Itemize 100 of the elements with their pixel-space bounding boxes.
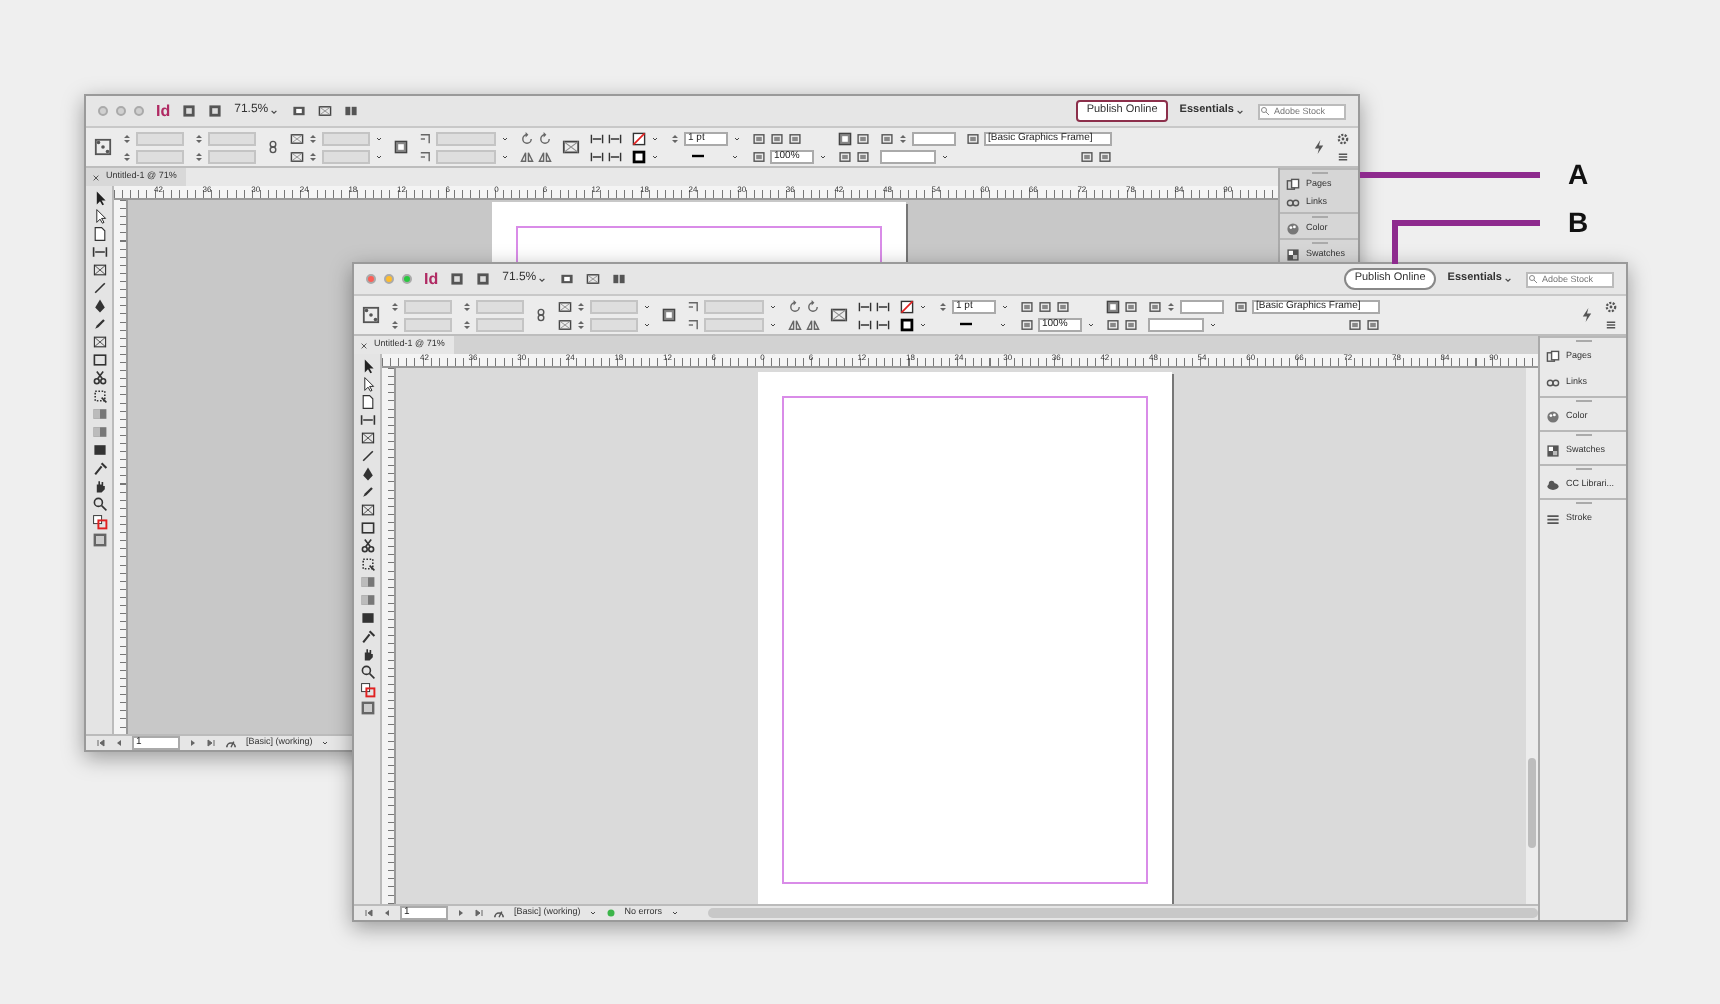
hand-icon[interactable] bbox=[91, 478, 107, 494]
last-page-icon[interactable] bbox=[206, 738, 216, 748]
caret-icon[interactable] bbox=[268, 105, 281, 117]
settings-icon[interactable] bbox=[1604, 299, 1618, 313]
input-field[interactable] bbox=[436, 149, 496, 163]
direct-selection-icon[interactable] bbox=[359, 376, 375, 392]
preflight-icon[interactable] bbox=[224, 736, 238, 750]
preview-mode-icon[interactable] bbox=[91, 532, 107, 548]
rectangle-frame-icon[interactable] bbox=[359, 430, 375, 446]
previous-page-icon[interactable] bbox=[114, 738, 124, 748]
input-field[interactable] bbox=[208, 149, 256, 163]
last-page-icon[interactable] bbox=[474, 908, 484, 918]
transform-icon[interactable] bbox=[359, 556, 375, 572]
fit-frame-icon[interactable] bbox=[1020, 299, 1034, 313]
frame-icon[interactable] bbox=[290, 131, 304, 145]
flip-icon[interactable] bbox=[788, 317, 802, 331]
stroke-swatch-icon[interactable] bbox=[900, 317, 914, 331]
selection-arrow-icon[interactable] bbox=[359, 358, 375, 374]
fit-frame-icon[interactable] bbox=[880, 131, 894, 145]
pen-icon[interactable] bbox=[359, 466, 375, 482]
gradient-icon[interactable] bbox=[359, 592, 375, 608]
fit-frame-icon[interactable] bbox=[1148, 299, 1162, 313]
caret-icon[interactable] bbox=[1234, 105, 1246, 117]
rectangle-icon[interactable] bbox=[359, 520, 375, 536]
link-icon[interactable] bbox=[266, 140, 280, 154]
stroke-swatch-icon[interactable] bbox=[632, 149, 646, 163]
swatches-icon[interactable] bbox=[1286, 248, 1300, 262]
stepper-icon[interactable] bbox=[122, 149, 132, 163]
links-icon[interactable] bbox=[1286, 196, 1300, 210]
swatches-icon[interactable] bbox=[1546, 444, 1560, 458]
preview-mode-icon[interactable] bbox=[359, 700, 375, 716]
fit-frame-icon[interactable] bbox=[1038, 299, 1052, 313]
input-field[interactable] bbox=[404, 317, 452, 331]
input-field[interactable] bbox=[404, 299, 452, 313]
corner-icon[interactable] bbox=[686, 299, 700, 313]
cloud-icon[interactable] bbox=[1546, 478, 1560, 492]
input-field[interactable] bbox=[590, 317, 638, 331]
frame-icon[interactable] bbox=[290, 149, 304, 163]
pen-icon[interactable] bbox=[91, 298, 107, 314]
corner-icon[interactable] bbox=[418, 149, 432, 163]
reference-point-icon[interactable] bbox=[362, 306, 380, 324]
gradient-icon[interactable] bbox=[91, 424, 107, 440]
stepper-icon[interactable] bbox=[462, 299, 472, 313]
screen-mode-icon[interactable] bbox=[560, 272, 575, 286]
line-tool-icon[interactable] bbox=[91, 280, 107, 296]
square-icon[interactable] bbox=[450, 272, 465, 286]
search-icon[interactable] bbox=[1528, 274, 1538, 284]
stroke-lines-icon[interactable] bbox=[1546, 512, 1560, 526]
pencil-icon[interactable] bbox=[359, 484, 375, 500]
pages-icon[interactable] bbox=[1546, 350, 1560, 364]
first-page-icon[interactable] bbox=[364, 908, 374, 918]
stepper-icon[interactable] bbox=[122, 131, 132, 145]
fit-frame-icon[interactable] bbox=[752, 149, 766, 163]
gap-tool-icon[interactable] bbox=[858, 317, 872, 331]
square-icon[interactable] bbox=[208, 104, 223, 118]
input-field[interactable] bbox=[1148, 317, 1204, 331]
gap-tool-icon[interactable] bbox=[590, 131, 604, 145]
fit-frame-icon[interactable] bbox=[788, 131, 802, 145]
eyedropper-icon[interactable] bbox=[359, 628, 375, 644]
input-field[interactable] bbox=[476, 317, 524, 331]
settings-icon[interactable] bbox=[1336, 131, 1350, 145]
fill-stroke-icon[interactable] bbox=[359, 682, 375, 698]
stepper-icon[interactable] bbox=[390, 317, 400, 331]
fit-frame-icon[interactable] bbox=[838, 149, 852, 163]
input-field[interactable] bbox=[704, 299, 764, 313]
stepper-icon[interactable] bbox=[194, 131, 204, 145]
status-dot-icon[interactable] bbox=[606, 908, 617, 918]
fit-frame-icon[interactable] bbox=[1098, 149, 1112, 163]
stepper-icon[interactable] bbox=[576, 299, 586, 313]
line-tool-icon[interactable] bbox=[359, 448, 375, 464]
horizontal-scrollbar[interactable] bbox=[708, 908, 1538, 918]
gap-tool-icon[interactable] bbox=[608, 131, 622, 145]
palette-icon[interactable] bbox=[1546, 410, 1560, 424]
corner-icon[interactable] bbox=[686, 317, 700, 331]
stepper-icon[interactable] bbox=[898, 131, 908, 145]
scroll-thumb[interactable] bbox=[1528, 758, 1536, 848]
vertical-scrollbar[interactable] bbox=[1526, 368, 1538, 904]
stepper-icon[interactable] bbox=[308, 149, 318, 163]
no-fill-icon[interactable] bbox=[632, 131, 646, 145]
rectangle-frame-icon[interactable] bbox=[91, 334, 107, 350]
stepper-icon[interactable] bbox=[1166, 299, 1176, 313]
fit-frame-icon[interactable] bbox=[1056, 299, 1070, 313]
stepper-icon[interactable] bbox=[576, 317, 586, 331]
input-field[interactable] bbox=[208, 131, 256, 145]
zoom-icon[interactable] bbox=[91, 496, 107, 512]
fit-frame-icon[interactable] bbox=[770, 131, 784, 145]
square-icon[interactable] bbox=[476, 272, 491, 286]
caret-icon[interactable] bbox=[536, 273, 549, 285]
gradient-icon[interactable] bbox=[359, 574, 375, 590]
input-field[interactable] bbox=[436, 131, 496, 145]
align-icon[interactable] bbox=[838, 131, 852, 145]
gap-tool-icon[interactable] bbox=[359, 412, 375, 428]
fit-frame-icon[interactable] bbox=[1106, 317, 1120, 331]
frame-icon[interactable] bbox=[586, 272, 601, 286]
input-field[interactable] bbox=[1180, 299, 1224, 313]
input-field[interactable] bbox=[476, 299, 524, 313]
fit-frame-icon[interactable] bbox=[966, 131, 980, 145]
gradient-icon[interactable] bbox=[91, 406, 107, 422]
fit-frame-icon[interactable] bbox=[1366, 317, 1380, 331]
stepper-icon[interactable] bbox=[938, 299, 948, 313]
